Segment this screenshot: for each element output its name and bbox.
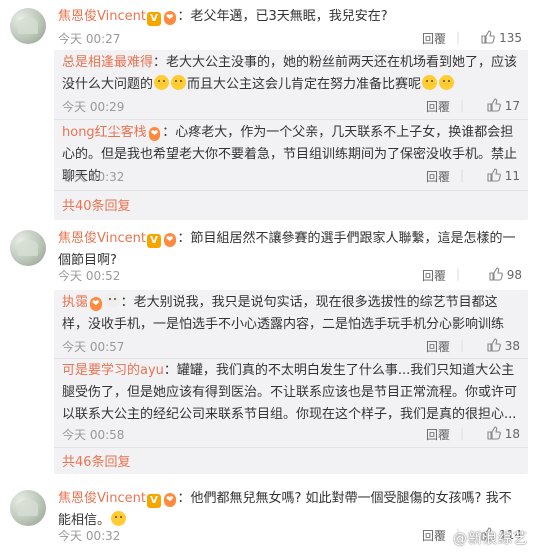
like-count: 17 <box>504 99 520 113</box>
reply-button[interactable]: 回覆 <box>426 338 450 355</box>
reply-button[interactable]: 回覆 <box>422 30 446 47</box>
divider <box>54 447 528 448</box>
reply-time: 今天 00:58 <box>62 428 125 442</box>
comment-text: 焦恩俊Vincent V ❤ ：節目組居然不讓參賽的選手們跟家人聯繫，這是怎樣的一個節… <box>58 228 522 272</box>
reply-button[interactable]: 回覆 <box>426 98 450 115</box>
fan-badge-icon: ❤ <box>163 233 176 247</box>
like-count: 135 <box>499 31 522 45</box>
thumbs-up-icon <box>487 168 501 182</box>
like-count: 11 <box>504 169 520 183</box>
divider: | <box>459 426 464 440</box>
thumbs-up-icon <box>487 426 501 440</box>
reply-thread: 执霭 ❤ ：老大别说我，我只是说句实话，现在很多选拔性的综艺节目都这样，没收手机，一… <box>54 290 528 474</box>
fan-badge-icon: ❤ <box>163 493 176 507</box>
grin-emoji-icon <box>422 75 438 90</box>
verified-badge-icon: V <box>146 234 161 248</box>
divider <box>54 190 528 191</box>
reply-button[interactable]: 回覆 <box>422 527 446 544</box>
reply-text: 可是要学习的ayu：罐罐，我们真的不太明白发生了什么事...我们只知道大公主腿受… <box>62 360 520 426</box>
comment-username[interactable]: 焦恩俊Vincent <box>58 491 146 506</box>
reply-username[interactable]: hong红尘客栈 <box>62 125 147 140</box>
thumbs-up-icon <box>487 98 501 112</box>
grin-emoji-icon <box>171 75 187 90</box>
like-button[interactable]: 135 <box>481 30 522 45</box>
reply-meta: 今天 00:32 回覆 | 11 <box>62 168 520 186</box>
reply-item: 可是要学习的ayu：罐罐，我们真的不太明白发生了什么事...我们只知道大公主腿受… <box>62 360 520 442</box>
reply-button[interactable]: 回覆 <box>426 426 450 443</box>
like-button[interactable]: 11 <box>487 168 520 183</box>
reply-meta: 今天 00:57 回覆 | 38 <box>62 338 520 356</box>
comment-time: 今天 00:27 <box>58 32 121 46</box>
sad-emoji-icon <box>111 511 127 526</box>
reply-body: ：老大别说我，我只是说句实话，现在很多选拔性的综艺节目都这样，没收手机，一是怕选… <box>62 295 505 332</box>
comment-body: ：老父年邁，已3天無眠，我兒安在? <box>177 9 388 24</box>
divider <box>54 119 528 120</box>
reply-time: 今天 00:57 <box>62 340 125 354</box>
divider: | <box>455 267 460 281</box>
like-button[interactable]: 17 <box>487 98 520 113</box>
like-button[interactable]: 38 <box>487 338 520 353</box>
like-button[interactable]: 18 <box>487 426 520 441</box>
comment-time: 今天 00:32 <box>58 529 121 543</box>
avatar[interactable] <box>10 230 46 266</box>
thumbs-up-icon <box>489 267 503 281</box>
divider: | <box>459 98 464 112</box>
comment-time: 今天 00:52 <box>58 269 121 283</box>
panda-emoji-icon <box>104 293 120 308</box>
watermark: @新浪综艺 <box>453 531 528 547</box>
comment-meta: 今天 00:52 回覆 | 98 <box>58 267 522 285</box>
comment-text: 焦恩俊Vincent V ❤ ：老父年邁，已3天無眠，我兒安在? <box>58 6 522 28</box>
reply-time: 今天 00:32 <box>62 170 125 184</box>
comment: 焦恩俊Vincent V ❤ ：老父年邁，已3天無眠，我兒安在? 今天 00:27 回… <box>0 0 536 50</box>
more-replies-link[interactable]: 共40条回复 <box>62 195 131 214</box>
like-button[interactable]: 98 <box>489 267 522 282</box>
reply-button[interactable]: 回覆 <box>426 168 450 185</box>
reply-username[interactable]: 执霭 <box>62 295 88 310</box>
like-count: 38 <box>504 339 520 353</box>
fan-badge-icon: ❤ <box>163 11 176 25</box>
reply-username[interactable]: 可是要学习的ayu <box>62 363 164 378</box>
divider: | <box>459 338 464 352</box>
verified-badge-icon: V <box>146 12 161 26</box>
reply-text: 执霭 ❤ ：老大别说我，我只是说句实话，现在很多选拔性的综艺节目都这样，没收手机，一… <box>62 292 520 336</box>
reply-username[interactable]: 总是相逢最难得 <box>62 55 153 70</box>
reply-thread: 总是相逢最难得：老大大公主没事的，她的粉丝前两天还在机场看到她了，应该没什么大问… <box>54 50 528 220</box>
divider <box>54 358 528 359</box>
comment: 焦恩俊Vincent V ❤ ：節目組居然不讓參賽的選手們跟家人聯繫，這是怎樣的一個節… <box>0 222 536 288</box>
grin-emoji-icon <box>439 75 455 90</box>
divider: | <box>459 168 464 182</box>
like-count: 98 <box>506 268 522 282</box>
comment-meta: 今天 00:27 回覆 | 135 <box>58 30 522 48</box>
more-replies-link[interactable]: 共46条回复 <box>62 451 131 470</box>
reply-time: 今天 00:29 <box>62 100 125 114</box>
reply-item: hong红尘客栈 ❤ ：心疼老大，作为一个父亲，几天联系不上子女，换谁都会担心的。但… <box>62 122 520 188</box>
reply-meta: 今天 00:58 回覆 | 18 <box>62 426 520 444</box>
reply-meta: 今天 00:29 回覆 | 17 <box>62 98 520 116</box>
verified-badge-icon: V <box>146 494 161 508</box>
comment-username[interactable]: 焦恩俊Vincent <box>58 9 146 24</box>
reply-text: 总是相逢最难得：老大大公主没事的，她的粉丝前两天还在机场看到她了，应该没什么大问… <box>62 52 520 96</box>
reply-body-2: 而且大公主这会儿肯定在努力准备比赛呢 <box>187 77 422 92</box>
thumbs-up-icon <box>487 338 501 352</box>
like-count: 18 <box>504 427 520 441</box>
reply-item: 执霭 ❤ ：老大别说我，我只是说句实话，现在很多选拔性的综艺节目都这样，没收手机，一… <box>62 292 520 354</box>
fan-badge-icon: ❤ <box>90 297 102 311</box>
fan-badge-icon: ❤ <box>148 127 161 141</box>
divider: | <box>455 30 460 44</box>
comment-text: 焦恩俊Vincent V ❤ ：他們都無兒無女嗎? 如此對帶一個受腿傷的女孩嗎? 我不… <box>58 488 522 532</box>
reply-button[interactable]: 回覆 <box>422 267 446 284</box>
avatar[interactable] <box>10 490 46 526</box>
reply-item: 总是相逢最难得：老大大公主没事的，她的粉丝前两天还在机场看到她了，应该没什么大问… <box>62 52 520 114</box>
comment-username[interactable]: 焦恩俊Vincent <box>58 231 146 246</box>
avatar[interactable] <box>10 8 46 44</box>
thumbs-up-icon <box>481 30 495 44</box>
grin-emoji-icon <box>154 75 170 90</box>
